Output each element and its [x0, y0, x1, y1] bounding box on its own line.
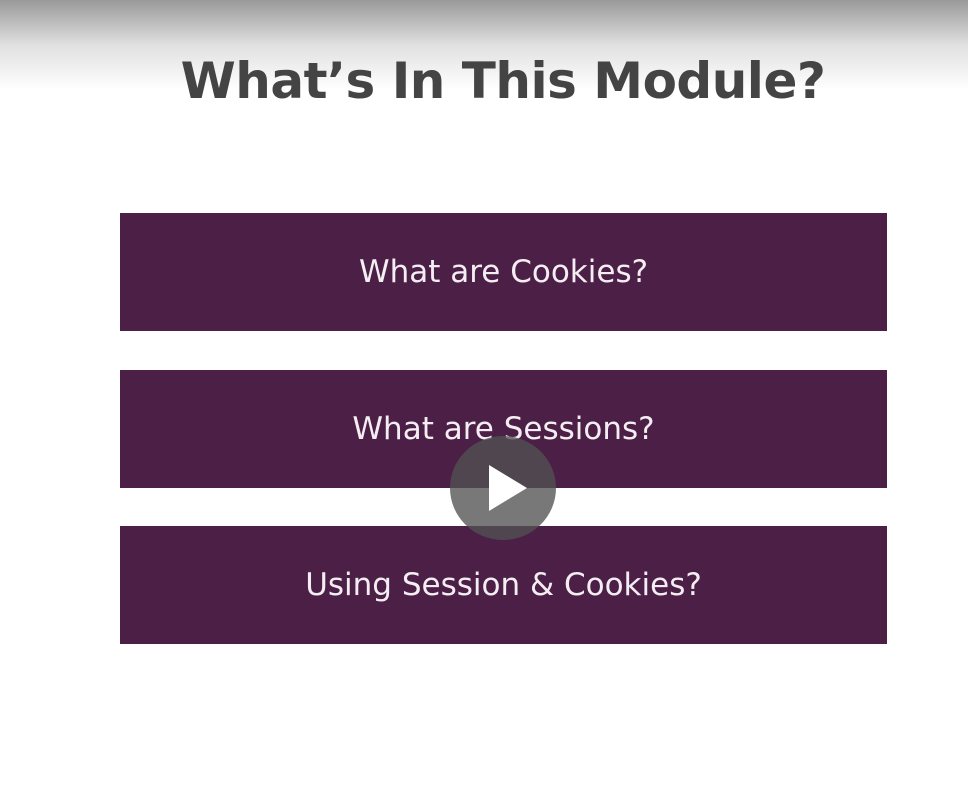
module-item-cookies: What are Cookies?	[120, 213, 887, 331]
module-item-label: What are Cookies?	[358, 254, 649, 290]
module-item-using-session-cookies: Using Session & Cookies?	[120, 526, 887, 644]
module-item-label: Using Session & Cookies?	[305, 567, 702, 603]
play-icon	[489, 465, 527, 511]
slide-title: What’s In This Module?	[180, 52, 826, 110]
video-slide: What’s In This Module? What are Cookies?…	[0, 0, 968, 798]
play-button[interactable]	[450, 436, 556, 540]
